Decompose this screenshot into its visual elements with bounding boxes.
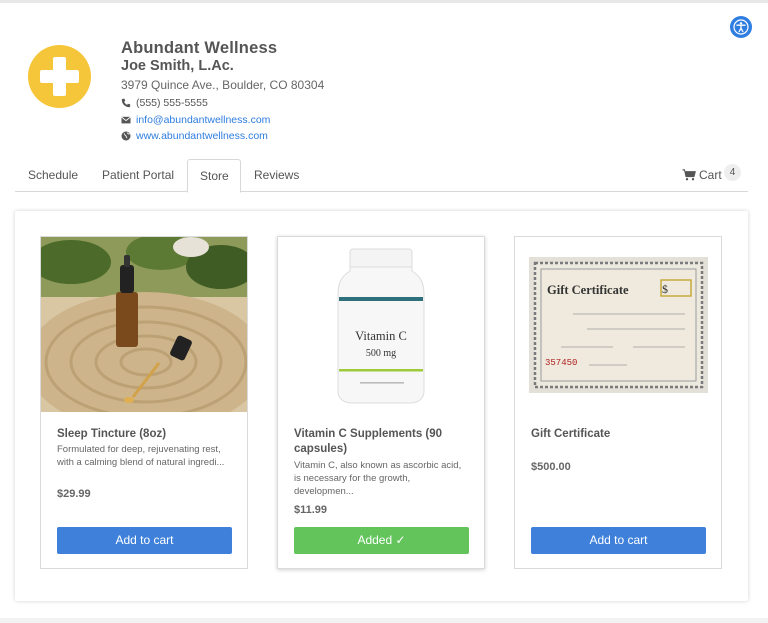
tab-schedule[interactable]: Schedule [16, 159, 90, 192]
product-title[interactable]: Vitamin C Supplements (90 capsules) [294, 427, 470, 457]
email-row[interactable]: info@abundantwellness.com [121, 114, 270, 126]
website-row[interactable]: www.abundantwellness.com [121, 130, 268, 142]
email-link[interactable]: info@abundantwellness.com [136, 114, 270, 126]
bottom-border [0, 618, 768, 623]
globe-icon [121, 131, 131, 141]
phone-number: (555) 555-5555 [136, 97, 208, 109]
added-to-cart-button[interactable]: Added ✓ [294, 527, 469, 554]
product-image-gift-certificate[interactable]: Gift Certificate $ 357450 [515, 237, 721, 412]
add-to-cart-button[interactable]: Add to cart [57, 527, 232, 554]
certificate-heading: Gift Certificate [547, 283, 629, 297]
business-address: 3979 Quince Ave., Boulder, CO 80304 [121, 78, 325, 92]
product-description: Vitamin C, also known as ascorbic acid, … [294, 460, 462, 497]
product-card[interactable]: Sleep Tincture (8oz) Formulated for deep… [40, 236, 248, 569]
provider-name: Joe Smith, L.Ac. [121, 58, 234, 74]
website-link[interactable]: www.abundantwellness.com [136, 130, 268, 142]
product-image-sleep-tincture[interactable] [41, 237, 247, 412]
product-image-vitamin-c[interactable]: Vitamin C 500 mg [278, 237, 484, 412]
cart-icon [682, 169, 696, 181]
tab-patient-portal[interactable]: Patient Portal [90, 159, 186, 192]
tab-reviews[interactable]: Reviews [242, 159, 311, 192]
product-price: $500.00 [531, 461, 571, 473]
product-description: Formulated for deep, rejuvenating rest, … [57, 444, 225, 468]
vitamin-label-name: Vitamin C [355, 329, 407, 343]
cart-count-badge: 4 [724, 164, 741, 181]
product-card[interactable]: Vitamin C 500 mg Vitamin C Supplements (… [277, 236, 485, 569]
cart-label: Cart [699, 168, 722, 182]
certificate-serial: 357450 [545, 358, 577, 368]
top-border [0, 0, 768, 3]
product-title[interactable]: Gift Certificate [531, 427, 707, 442]
product-card[interactable]: Gift Certificate $ 357450 Gift Certifica… [514, 236, 722, 569]
certificate-dollar-sign: $ [662, 282, 668, 296]
vitamin-label-dose: 500 mg [366, 348, 396, 359]
nav-tabs: Schedule Patient Portal Store Reviews [15, 159, 748, 193]
business-logo [28, 45, 91, 108]
business-name: Abundant Wellness [121, 39, 278, 57]
tab-store[interactable]: Store [187, 159, 241, 193]
product-title[interactable]: Sleep Tincture (8oz) [57, 427, 233, 442]
phone-row: (555) 555-5555 [121, 97, 208, 109]
accessibility-icon[interactable] [730, 16, 752, 38]
cart-button[interactable]: Cart [682, 168, 722, 182]
product-price: $11.99 [294, 504, 328, 516]
phone-icon [121, 98, 131, 108]
add-to-cart-button[interactable]: Add to cart [531, 527, 706, 554]
product-price: $29.99 [57, 488, 91, 500]
envelope-icon [121, 116, 131, 124]
